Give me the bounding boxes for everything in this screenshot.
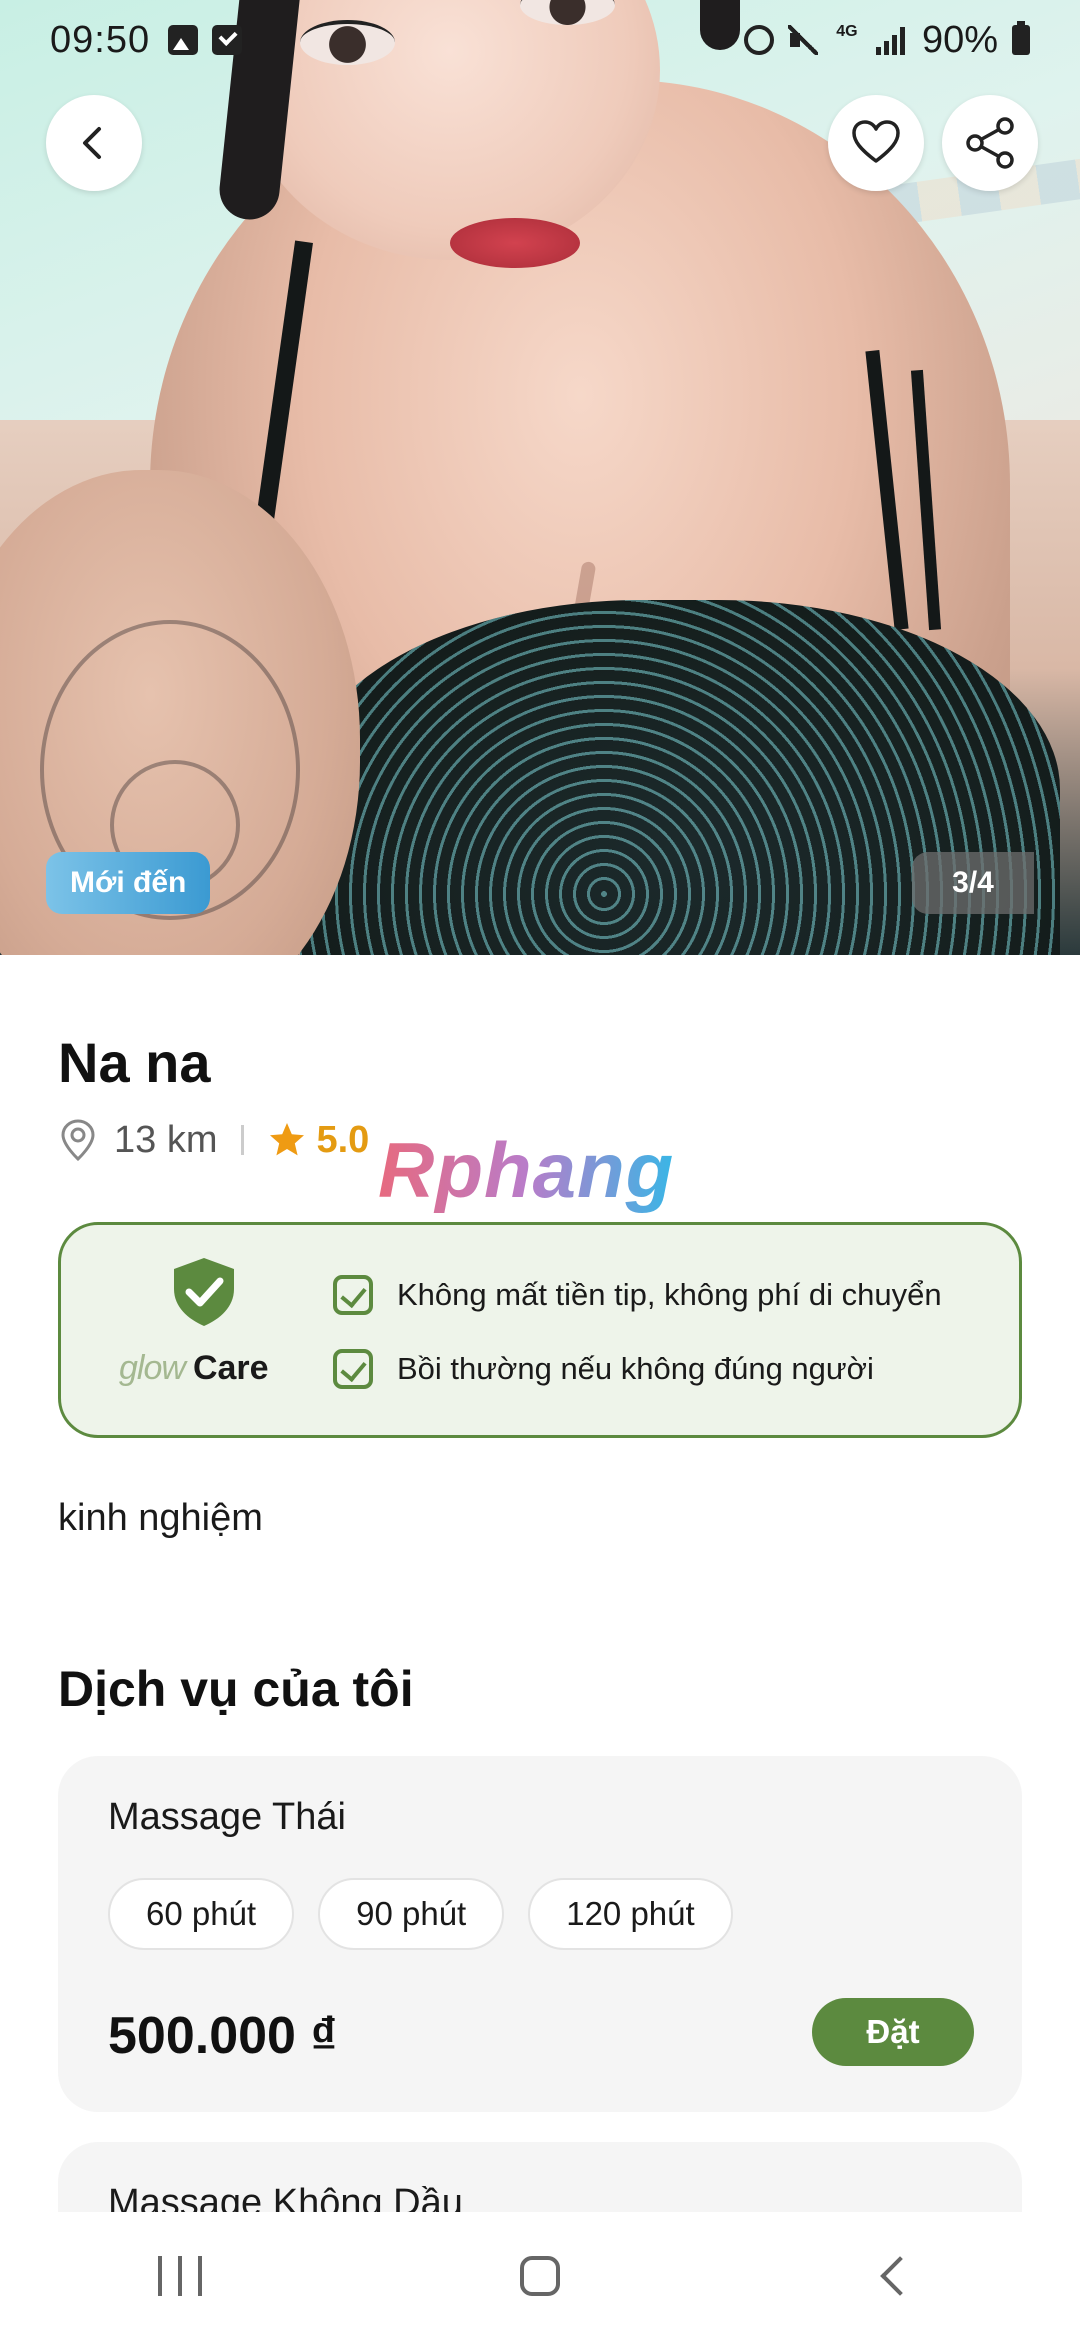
profile-name: Na na	[58, 1031, 211, 1094]
service-price: 500.000 ₫	[108, 2007, 338, 2065]
gallery-notification-icon	[168, 25, 199, 55]
heart-icon	[852, 120, 900, 163]
duration-options: 60 phút 90 phút 120 phút	[108, 1878, 733, 1950]
system-navigation-bar	[0, 2212, 1080, 2340]
share-button[interactable]	[942, 95, 1038, 191]
location-pin-icon	[61, 1119, 95, 1162]
book-button[interactable]: Đặt	[812, 1998, 974, 2066]
recent-apps-button[interactable]	[120, 2236, 240, 2316]
care-item-text: Không mất tiền tip, không phí di chuyển	[397, 1277, 942, 1312]
system-back-button[interactable]	[840, 2236, 960, 2316]
task-notification-icon	[212, 25, 243, 55]
mute-icon	[787, 25, 818, 55]
profile-meta: 13 km 5.0	[58, 1118, 369, 1162]
glow-care-logo: glow Care	[119, 1349, 269, 1388]
chevron-left-icon	[83, 127, 101, 159]
status-time: 09:50	[50, 18, 151, 61]
favorite-button[interactable]	[828, 95, 924, 191]
recent-apps-icon	[158, 2256, 162, 2296]
back-button[interactable]	[46, 95, 142, 191]
photo-counter: 3/4	[912, 852, 1034, 914]
share-icon	[966, 117, 1014, 169]
duration-chip[interactable]: 90 phút	[318, 1878, 505, 1950]
check-square-icon	[333, 1349, 373, 1389]
meta-divider	[241, 1125, 245, 1155]
star-icon	[270, 1123, 305, 1156]
distance-text: 13 km	[114, 1118, 218, 1161]
shield-check-icon	[174, 1258, 234, 1326]
network-type-icon: 4G	[836, 23, 858, 40]
home-icon	[520, 2256, 560, 2296]
service-name: Massage Thái	[108, 1796, 346, 1838]
glow-care-logo-glow: glow	[119, 1349, 186, 1387]
check-square-icon	[333, 1275, 373, 1315]
rating-value: 5.0	[316, 1118, 370, 1161]
duration-chip[interactable]: 120 phút	[528, 1878, 733, 1950]
notification-icons	[168, 25, 243, 55]
glow-care-guarantee: glow Care Không mất tiền tip, không phí …	[58, 1222, 1022, 1438]
care-item: Bồi thường nếu không đúng người	[333, 1349, 874, 1389]
battery-level: 90%	[921, 18, 998, 61]
battery-icon	[1012, 21, 1030, 55]
service-card: Massage Thái 60 phút 90 phút 120 phút 50…	[58, 1756, 1022, 2112]
watermark-logo: Rphang	[378, 1126, 675, 1214]
care-item-text: Bồi thường nếu không đúng người	[397, 1351, 874, 1386]
new-arrival-badge: Mới đến	[46, 852, 211, 914]
alarm-icon	[743, 25, 774, 55]
status-bar: 09:50 4G 90%	[0, 0, 1080, 80]
home-button[interactable]	[480, 2236, 600, 2316]
back-chevron-icon	[880, 2256, 920, 2296]
profile-description: kinh nghiệm	[58, 1497, 263, 1539]
duration-chip[interactable]: 60 phút	[108, 1878, 295, 1950]
services-section-title: Dịch vụ của tôi	[58, 1661, 414, 1717]
photo-lips	[450, 218, 580, 268]
glow-care-logo-care: Care	[192, 1349, 269, 1387]
status-right: 4G 90%	[743, 18, 1030, 62]
care-item: Không mất tiền tip, không phí di chuyển	[333, 1275, 942, 1315]
signal-icon	[875, 25, 908, 55]
